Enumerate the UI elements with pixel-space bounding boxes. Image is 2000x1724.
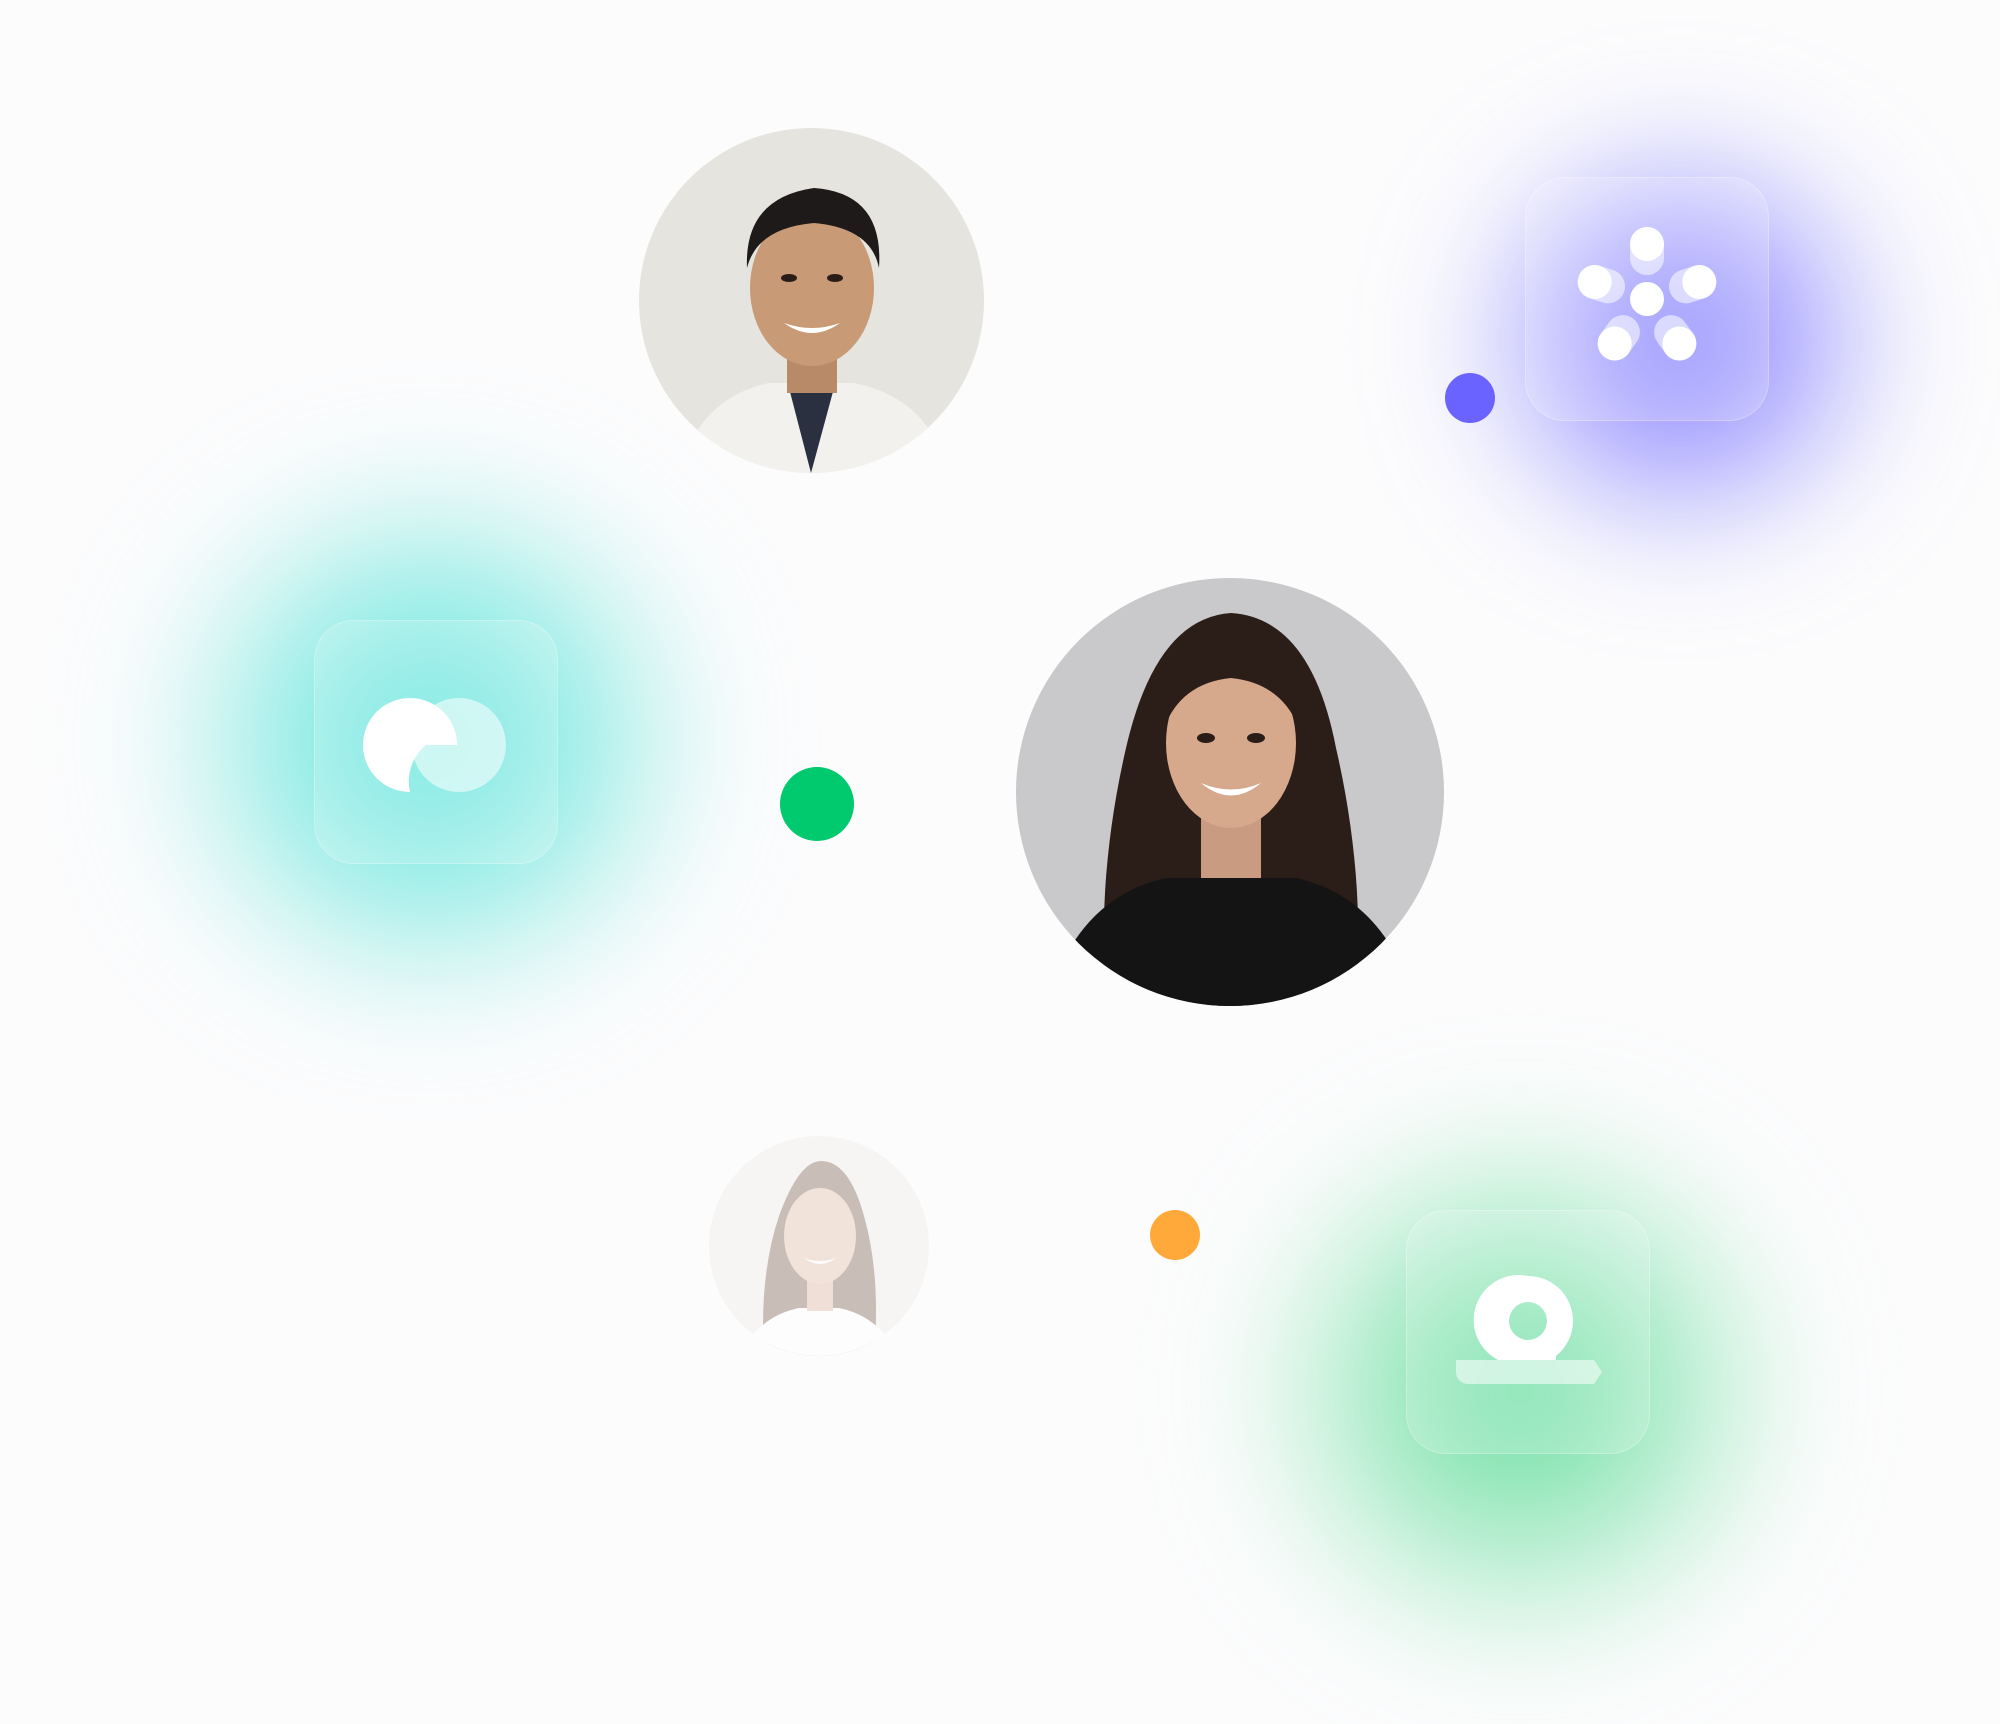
green-dot [780,767,854,841]
app-tile-purple [1525,177,1769,421]
avatar-woman-faded [709,1136,929,1356]
asterisk-dots-logo-icon [1577,227,1717,361]
overlapping-circles-logo-icon [362,698,506,792]
app-tile-green [1406,1210,1650,1454]
orange-dot [1150,1210,1200,1260]
avatar-man [639,128,984,473]
app-tile-teal [314,620,558,864]
woman-faded-portrait [709,1136,929,1356]
ring-on-base-logo-icon [1456,1275,1602,1384]
purple-dot [1445,373,1495,423]
woman-curly-hair-portrait [1016,578,1444,1006]
man-portrait [639,128,984,473]
illustration-canvas [0,0,2000,1724]
avatar-woman-curly [1016,578,1444,1006]
